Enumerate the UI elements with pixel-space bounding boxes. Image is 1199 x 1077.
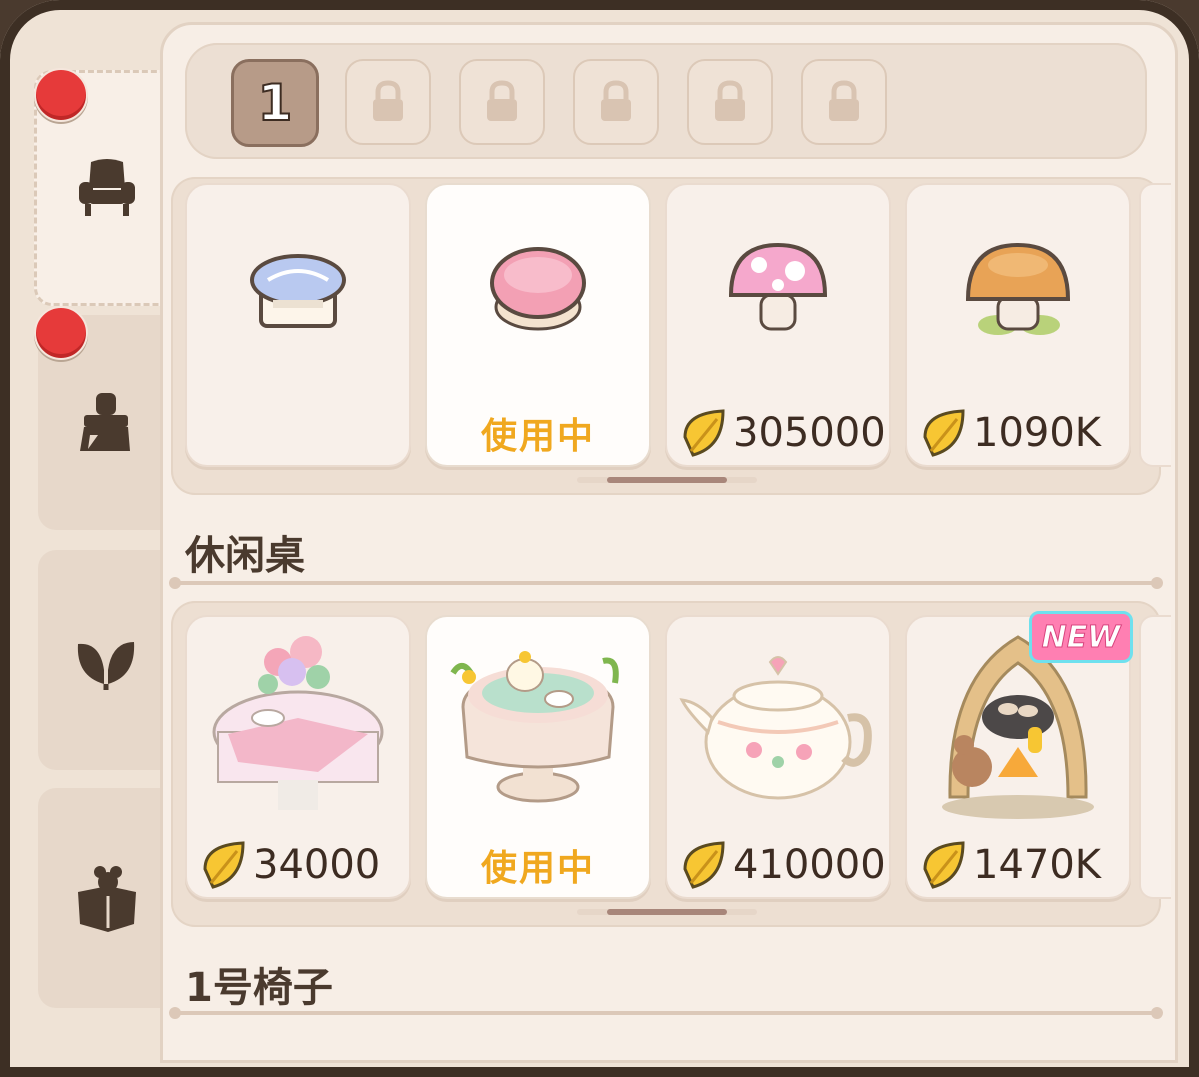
item-price: 410000: [679, 839, 886, 891]
gold-leaf-icon: [683, 841, 725, 889]
item-price: 1090K: [919, 407, 1123, 459]
item-card[interactable]: 305000: [665, 183, 891, 467]
horizontal-scrollbar[interactable]: [577, 477, 757, 483]
section-divider: [169, 577, 1163, 589]
pink-round-stool-icon: [490, 247, 586, 331]
tab-plants[interactable]: [38, 550, 173, 770]
page-selector: 1: [185, 43, 1147, 159]
lock-icon: [715, 80, 745, 121]
price-value: 34000: [253, 842, 381, 888]
tea-table-icon: [450, 651, 619, 803]
item-row: 34000 使用中 410000 NEW 1470K: [171, 601, 1171, 927]
item-price: 34000: [199, 839, 403, 891]
item-card[interactable]: 使用中: [425, 183, 651, 467]
scrollbar-thumb[interactable]: [607, 909, 727, 915]
item-card[interactable]: NEW 1470K: [905, 611, 1133, 899]
furniture-shop-window: 1 使用中 305000 1090K 休闲桌 34000 使用中 410000 …: [0, 0, 1199, 1077]
item-card[interactable]: 410000: [665, 615, 891, 899]
scrollbar-thumb[interactable]: [607, 477, 727, 483]
gold-leaf-icon: [683, 409, 725, 457]
price-value: 1090K: [973, 410, 1102, 456]
item-card[interactable]: [185, 183, 411, 467]
item-card[interactable]: 1090K: [905, 183, 1131, 467]
lock-icon: [487, 80, 517, 121]
partial-item-card[interactable]: [1139, 183, 1171, 467]
pink-mushroom-stool-icon: [728, 242, 828, 331]
category-sidebar: [18, 20, 177, 1077]
page-button-locked[interactable]: [573, 59, 659, 145]
item-price: 305000: [679, 407, 886, 459]
tab-storage[interactable]: [38, 788, 173, 1008]
page-button-locked[interactable]: [801, 59, 887, 145]
item-row: 使用中 305000 1090K: [171, 177, 1171, 495]
page-button-locked[interactable]: [687, 59, 773, 145]
gold-leaf-icon: [923, 409, 965, 457]
page-button-locked[interactable]: [345, 59, 431, 145]
notification-dot: [34, 68, 88, 122]
flower-table-icon: [212, 636, 384, 810]
item-panel: 1 使用中 305000 1090K 休闲桌 34000 使用中 410000 …: [160, 22, 1178, 1063]
section-divider: [169, 1007, 1163, 1019]
notification-dot: [34, 306, 88, 360]
blue-stool-icon: [250, 254, 346, 328]
page-button-locked[interactable]: [459, 59, 545, 145]
item-status-in-use: 使用中: [480, 848, 595, 889]
armchair-icon: [79, 159, 135, 216]
lock-icon: [373, 80, 403, 121]
item-card[interactable]: 34000: [185, 615, 411, 899]
section-title: 休闲桌: [185, 533, 305, 579]
price-value: 1470K: [973, 842, 1102, 888]
teapot-table-icon: [679, 656, 872, 800]
lock-icon: [829, 80, 859, 121]
horizontal-scrollbar[interactable]: [577, 909, 757, 915]
new-badge: NEW: [1029, 611, 1133, 663]
section-title: 1号椅子: [185, 965, 333, 1011]
box-icon: [77, 866, 136, 932]
leaf-icon: [77, 642, 134, 690]
gold-leaf-icon: [203, 841, 245, 889]
page-button-1[interactable]: 1: [231, 59, 319, 147]
lock-icon: [601, 80, 631, 121]
item-status-in-use: 使用中: [480, 416, 595, 457]
brown-mushroom-stool-icon: [965, 242, 1071, 335]
price-value: 305000: [733, 410, 886, 456]
partial-item-card[interactable]: [1139, 615, 1171, 899]
gold-leaf-icon: [923, 841, 965, 889]
paint-brush-icon: [79, 392, 130, 451]
item-price: 1470K: [919, 839, 1123, 891]
item-card[interactable]: 使用中: [425, 615, 651, 899]
price-value: 410000: [733, 842, 886, 888]
